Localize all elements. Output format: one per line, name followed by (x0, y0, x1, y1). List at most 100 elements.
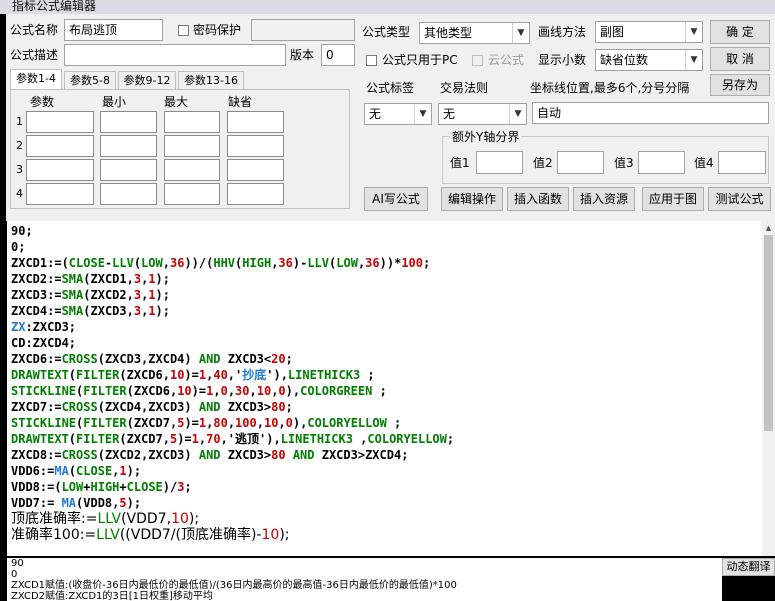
version-input[interactable]: 0 (321, 44, 355, 66)
password-checkbox[interactable] (178, 25, 189, 36)
code-token: ; (372, 384, 387, 398)
code-content: 90; 0; ZXCD1:=(CLOSE-LLV(LOW,36))/(HHV(HIG… (11, 223, 762, 543)
code-token: 100 (235, 416, 257, 430)
code-token: COLORYELLOW (307, 416, 387, 430)
code-line: ZXCD7:=CROSS(ZXCD4,ZXCD3) AND ZXCD3>80; (11, 399, 762, 415)
param-1-default-input[interactable] (227, 111, 284, 133)
code-token: 准确率100:= (11, 527, 97, 543)
cancel-button[interactable]: 取 消 (710, 47, 770, 71)
param-2-default-input[interactable] (227, 135, 284, 157)
scrollbar-thumb[interactable] (764, 235, 773, 431)
code-token: MA (54, 464, 69, 478)
param-4-max-input[interactable] (164, 183, 220, 205)
code-token: STICKLINE (11, 384, 77, 398)
param-1-max-input[interactable] (164, 111, 220, 133)
param-2-name-input[interactable] (26, 135, 94, 157)
formula-desc-label: 公式描述 (10, 48, 59, 62)
dynamic-translate-button[interactable]: 动态翻译 (722, 558, 775, 576)
param-4-name-input[interactable] (26, 183, 94, 205)
axis-position-input[interactable]: 自动 (532, 102, 769, 124)
code-token: ); (155, 304, 170, 318)
extra-y-axis-title: 额外Y轴分界 (450, 129, 522, 145)
code-line: ZXCD8:=CROSS(ZXCD2,ZXCD3) AND ZXCD3>80 A… (11, 447, 762, 463)
tab-params-13-16[interactable]: 参数13-16 (178, 71, 244, 89)
ai-write-button[interactable]: AI写公式 (364, 187, 428, 211)
code-token: ZXCD3> (220, 400, 272, 414)
tab-params-9-12[interactable]: 参数9-12 (118, 71, 176, 89)
code-token: 10 (256, 384, 272, 398)
axis-value-4-input[interactable] (718, 151, 766, 174)
param-4-min-input[interactable] (100, 183, 157, 205)
trade-rule-select[interactable]: 无 ▼ (438, 103, 527, 125)
code-token: 5 (119, 496, 127, 510)
code-token: FILTER (83, 416, 127, 430)
code-line: ZX:ZXCD3; (11, 319, 762, 335)
axis-value-2-input[interactable] (557, 151, 604, 174)
formula-desc-input[interactable] (64, 44, 286, 66)
scroll-up-icon[interactable]: ▲ (763, 223, 774, 233)
decimals-select[interactable]: 缺省位数 ▼ (595, 49, 703, 71)
axis-value-4-label: 值4 (694, 156, 714, 170)
code-token: HIGH (242, 256, 272, 270)
code-token: , (256, 416, 264, 430)
code-token: ); (155, 288, 170, 302)
formula-name-input[interactable]: 布局逃顶 (64, 19, 163, 41)
test-formula-button[interactable]: 测试公式 (708, 187, 771, 211)
param-3-max-input[interactable] (164, 159, 220, 181)
code-token: )/ (162, 480, 178, 494)
password-input[interactable] (251, 19, 355, 41)
param-1-name-input[interactable] (26, 111, 94, 133)
code-token: + (119, 480, 127, 494)
code-token: COLORYELLOW (367, 432, 447, 446)
code-token: ZXCD3>ZXCD4; (314, 448, 409, 462)
code-editor[interactable]: 90; 0; ZXCD1:=(CLOSE-LLV(LOW,36))/(HHV(HIG… (7, 221, 762, 556)
editor-scrollbar[interactable]: ▲ (762, 221, 775, 556)
insert-function-button[interactable]: 插入函数 (507, 187, 569, 211)
edit-ops-button[interactable]: 编辑操作 (441, 187, 503, 211)
param-header-name: 参数 (30, 95, 55, 109)
cloud-formula-checkbox[interactable] (472, 55, 483, 66)
axis-value-3-input[interactable] (638, 151, 685, 174)
formula-dialog: 公式名称 布局逃顶 密码保护 公式类型 其他类型 ▼ 画线方法 副图 ▼ 确 定… (6, 14, 775, 221)
code-token: 80 (213, 416, 228, 430)
code-token: 80 (271, 448, 286, 462)
code-token: LINETHICK3 (280, 432, 353, 446)
formula-type-select[interactable]: 其他类型 ▼ (419, 22, 530, 44)
insert-resource-button[interactable]: 插入资源 (573, 187, 635, 211)
chevron-down-icon: ▼ (512, 23, 529, 43)
output-line: ZXCD2赋值:ZXCD1的3日[1日权重]移动平均 (11, 591, 213, 601)
code-token: 70 (206, 432, 221, 446)
code-token: ); (126, 464, 142, 478)
axis-value-1-input[interactable] (476, 151, 523, 174)
param-2-max-input[interactable] (164, 135, 220, 157)
formula-tag-select[interactable]: 无 ▼ (364, 103, 432, 125)
pc-only-checkbox[interactable] (366, 55, 377, 66)
param-3-default-input[interactable] (227, 159, 284, 181)
chevron-down-icon: ▼ (685, 22, 702, 42)
tab-params-1-4[interactable]: 参数1-4 (10, 69, 62, 90)
code-token: 3 (133, 288, 142, 302)
code-token: 10 (171, 511, 189, 527)
param-1-min-input[interactable] (100, 111, 157, 133)
ok-button[interactable]: 确 定 (710, 20, 770, 44)
code-token: ; (423, 256, 431, 270)
param-2-min-input[interactable] (100, 135, 157, 157)
param-row-number: 1 (16, 115, 23, 128)
code-token: (VDD7, (121, 511, 172, 527)
param-4-default-input[interactable] (227, 183, 284, 205)
code-token: ); (279, 527, 290, 543)
code-token: AND (198, 448, 221, 462)
draw-method-select[interactable]: 副图 ▼ (595, 21, 703, 43)
code-line: VDD6:=MA(CLOSE,1); (11, 463, 762, 479)
axis-value-3-label: 值3 (614, 156, 634, 170)
code-token: ZXCD7:= (11, 400, 62, 414)
code-token: ; (184, 480, 192, 494)
param-3-name-input[interactable] (26, 159, 94, 181)
code-token: 3 (133, 272, 142, 286)
param-3-min-input[interactable] (100, 159, 157, 181)
code-token: ; (446, 432, 455, 446)
tab-params-5-8[interactable]: 参数5-8 (64, 71, 116, 89)
apply-to-chart-button[interactable]: 应用于图 (642, 187, 704, 211)
save-as-button[interactable]: 另存为 (710, 74, 770, 96)
